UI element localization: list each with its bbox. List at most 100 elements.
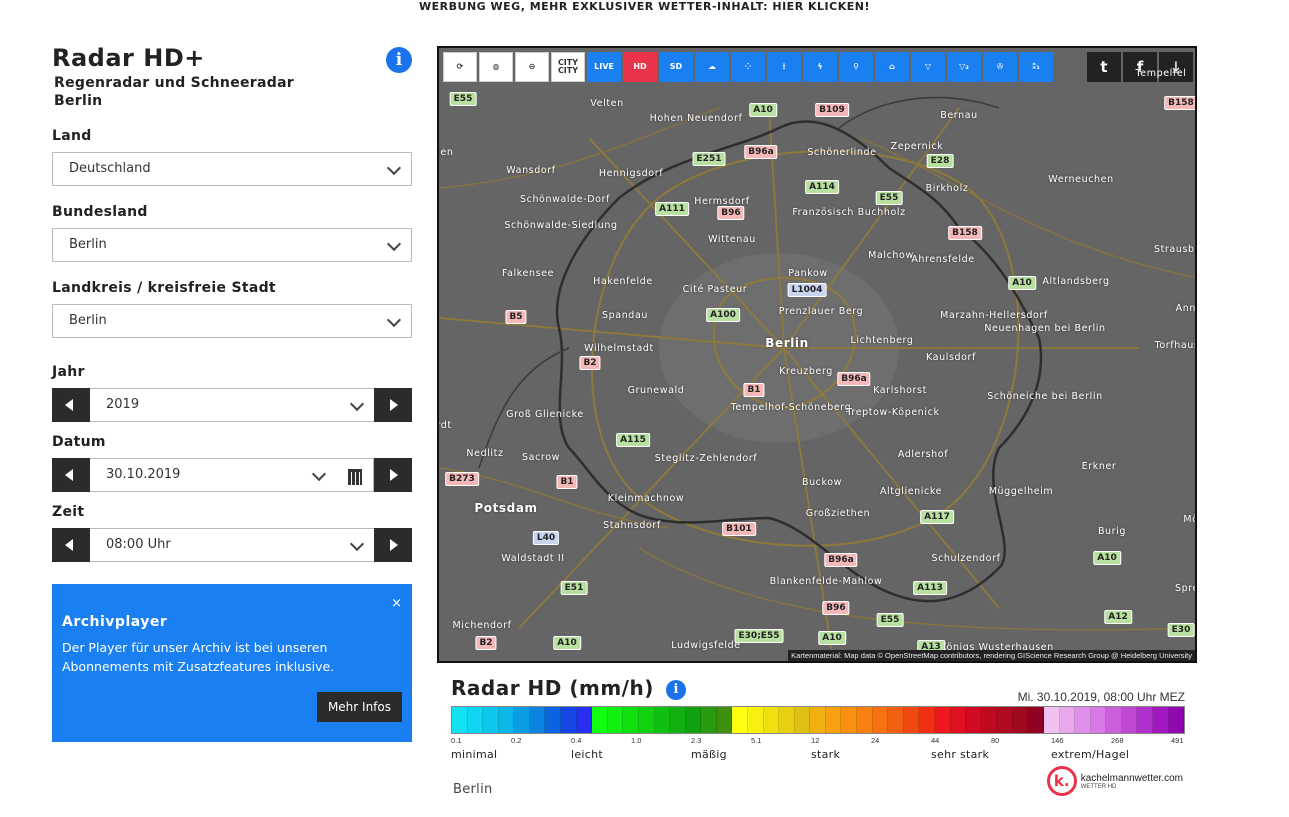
- close-icon[interactable]: ×: [391, 596, 402, 611]
- color-step: [514, 707, 530, 733]
- road-shield: B101: [722, 522, 756, 536]
- jahr-prev-button[interactable]: [52, 388, 90, 422]
- road-shield: L1004: [787, 283, 827, 297]
- lightning-icon[interactable]: ϟ: [803, 52, 837, 82]
- road-shield: A111: [655, 202, 689, 216]
- zeit-row: 08:00 Uhr: [52, 528, 412, 562]
- mehr-infos-button[interactable]: Mehr Infos: [316, 692, 402, 722]
- color-step: [950, 707, 967, 733]
- zoom-out-icon[interactable]: ⊖: [515, 52, 549, 82]
- map-place-label: Berlin: [765, 336, 809, 350]
- twitter-icon[interactable]: t: [1087, 52, 1121, 82]
- datum-label: Datum: [52, 434, 106, 450]
- map-place-label: Waldstadt II: [501, 553, 565, 564]
- wind-icon[interactable]: ✇: [983, 52, 1017, 82]
- map-place-label: Französisch Buchholz: [792, 207, 906, 218]
- live-icon[interactable]: LIVE: [587, 52, 621, 82]
- tornado-icon[interactable]: ▽: [911, 52, 945, 82]
- tornado-2-icon[interactable]: ▽₂: [947, 52, 981, 82]
- road-shield: B96a: [837, 372, 871, 386]
- zeit-next-button[interactable]: [374, 528, 412, 562]
- color-step: [561, 707, 577, 733]
- map-place-label: Wittenau: [708, 234, 756, 245]
- color-step: [903, 707, 920, 733]
- map-place-label: Ahrensfelde: [911, 254, 975, 265]
- map-place-label: Birkholz: [925, 183, 969, 194]
- scale-tick-label: 146: [1051, 736, 1064, 745]
- rain-1-icon[interactable]: ⁑₁: [1019, 52, 1053, 82]
- subtitle-line-1: Regenradar und Schneeradar: [54, 75, 295, 91]
- city-icon[interactable]: CITY CITY: [551, 52, 585, 82]
- datum-next-button[interactable]: [374, 458, 412, 492]
- globe-icon[interactable]: ◍: [479, 52, 513, 82]
- map-place-label: Pankow: [788, 268, 828, 279]
- color-step: [1075, 707, 1091, 733]
- color-scale: [451, 706, 1185, 734]
- chevron-down-icon: [386, 312, 402, 328]
- road-shield: L40: [532, 531, 560, 545]
- color-step: [779, 707, 795, 733]
- zeit-select[interactable]: 08:00 Uhr: [90, 528, 374, 562]
- jahr-next-button[interactable]: [374, 388, 412, 422]
- map-place-label: rdt: [437, 420, 452, 431]
- calendar-icon[interactable]: [336, 458, 374, 492]
- map-place-label: Altlandsberg: [1042, 276, 1110, 287]
- scale-category-label: mäßig: [691, 748, 727, 761]
- precipitation-icon[interactable]: ⁘: [731, 52, 765, 82]
- home-icon[interactable]: ⌂: [875, 52, 909, 82]
- map-place-label: Mö: [1183, 514, 1195, 525]
- hd-icon[interactable]: HD: [623, 52, 657, 82]
- road-shield: A117: [920, 510, 954, 524]
- road-shield: B273: [445, 472, 479, 486]
- landkreis-select[interactable]: Berlin: [52, 304, 412, 338]
- info-icon[interactable]: i: [386, 47, 412, 73]
- color-step: [981, 707, 998, 733]
- brand[interactable]: k. kachelmannwetter.com WETTER HD: [1046, 766, 1183, 796]
- kachelmann-logo: k.: [1046, 766, 1077, 796]
- road-shield: B158: [948, 226, 982, 240]
- radar-map[interactable]: ⟳ ◍ ⊖ CITY CITY LIVE HD SD ☁ ⁘ ⁞ ϟ ⚲ ⌂ ▽…: [437, 46, 1197, 663]
- archivplayer-panel: × Archivplayer Der Player für unser Arch…: [52, 584, 412, 742]
- map-place-label: Nedlitz: [466, 448, 504, 459]
- subtitle: Regenradar und Schneeradar Berlin: [54, 74, 412, 110]
- chevron-down-icon: [349, 396, 365, 412]
- road-shield: B96a: [824, 553, 858, 567]
- road-shield: E51: [560, 581, 588, 595]
- color-step: [966, 707, 982, 733]
- color-step: [685, 707, 702, 733]
- road-shield: B109: [815, 103, 849, 117]
- map-place-label: Werneuchen: [1048, 174, 1114, 185]
- map-attribution[interactable]: Kartenmaterial: Map data © OpenStreetMap…: [788, 650, 1195, 661]
- jahr-label: Jahr: [52, 364, 85, 380]
- refresh-icon[interactable]: ⟳: [443, 52, 477, 82]
- color-step: [701, 707, 717, 733]
- road-shield: E55: [875, 191, 903, 205]
- bars-icon[interactable]: ⁞: [767, 52, 801, 82]
- color-step: [483, 707, 499, 733]
- bundesland-select[interactable]: Berlin: [52, 228, 412, 262]
- scale-tick-label: 0.1: [451, 736, 462, 745]
- land-select[interactable]: Deutschland: [52, 152, 412, 186]
- zeit-prev-button[interactable]: [52, 528, 90, 562]
- scale-ticks: 0.1 0.2 0.4 1.0 2.3 5.1 12 24 44 80 146 268 491: [451, 736, 1185, 748]
- jahr-select[interactable]: 2019: [90, 388, 374, 422]
- landkreis-label: Landkreis / kreisfreie Stadt: [52, 280, 276, 296]
- bundesland-select-value: Berlin: [69, 237, 107, 252]
- datum-select[interactable]: 30.10.2019: [90, 458, 336, 492]
- ad-removal-banner[interactable]: WERBUNG WEG, MEHR EXKLUSIVER WETTER-INHA…: [0, 0, 1289, 13]
- road-shield: B5: [505, 310, 527, 324]
- map-place-label: Kleinmachnow: [607, 493, 685, 504]
- color-step: [638, 707, 655, 733]
- rain-cloud-icon[interactable]: ☁: [695, 52, 729, 82]
- satellite-icon[interactable]: ⚲: [839, 52, 873, 82]
- road-shield: A10: [553, 636, 581, 650]
- map-place-label: Burig: [1097, 526, 1127, 537]
- subtitle-line-2: Berlin: [54, 93, 103, 109]
- sd-icon[interactable]: SD: [659, 52, 693, 82]
- datum-prev-button[interactable]: [52, 458, 90, 492]
- color-step: [607, 707, 624, 733]
- chevron-down-icon: [349, 536, 365, 552]
- road-shield: A114: [805, 180, 839, 194]
- info-icon[interactable]: i: [666, 680, 686, 700]
- map-place-label: Treptow-Köpenick: [846, 407, 940, 418]
